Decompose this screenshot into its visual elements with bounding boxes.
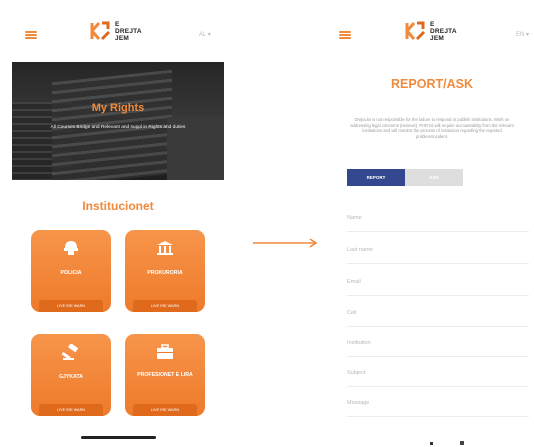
subject-field[interactable]: Subject: [347, 365, 529, 387]
logo-wordmark: E DREJTA JEM: [115, 21, 142, 42]
card-label: PROKURORIA: [147, 270, 183, 276]
institution-card-professions[interactable]: PROFESIONET E LIRA LIVE IRE WARN: [125, 334, 205, 416]
section-title: Institucionet: [82, 199, 154, 213]
logo-line-1: E: [430, 20, 435, 28]
police-helmet-icon: [64, 241, 78, 255]
logo-mark-icon: [405, 21, 426, 41]
institution-field[interactable]: Institution: [347, 335, 529, 357]
name-field[interactable]: Name: [347, 210, 529, 232]
logo-wordmark: E DREJTA JEM: [430, 21, 457, 42]
last-name-placeholder: Last name: [347, 247, 373, 253]
logo-line-3: JEM: [115, 34, 129, 42]
institution-card-police[interactable]: POLICIA LIVE IRE WARN: [31, 230, 111, 312]
card-label: POLICIA: [60, 270, 82, 276]
logo-line-3: JEM: [430, 34, 444, 42]
logo-line-1: E: [115, 20, 120, 28]
tab-ask[interactable]: ASK: [405, 169, 463, 186]
page-title: REPORT/ASK: [391, 77, 473, 91]
app-logo: E DREJTA JEM: [90, 20, 142, 42]
page-description: Drejta.ks is not responsible for the fai…: [350, 117, 514, 139]
right-arrow-icon: [253, 238, 318, 248]
subject-placeholder: Subject: [347, 370, 366, 376]
hamburger-menu-icon[interactable]: [25, 31, 37, 39]
hero-subtitle: All Courses Bridge and Relevant and supp…: [50, 125, 186, 130]
card-more-button[interactable]: LIVE IRE WARN: [133, 300, 197, 312]
logo-line-2: DREJTA: [115, 27, 142, 35]
gavel-icon: [61, 344, 79, 360]
card-label: PROFESIONET E LIRA: [137, 372, 193, 378]
card-more-button[interactable]: LIVE IRE WARN: [39, 404, 103, 416]
card-more-button[interactable]: LIVE IRE WARN: [133, 404, 197, 416]
hero-title: My Rights: [91, 102, 145, 114]
page-indicator: [430, 441, 464, 445]
hero-banner[interactable]: My Rights All Courses Bridge and Relevan…: [12, 62, 224, 180]
cell-placeholder: Cell: [347, 310, 357, 316]
app-logo: E DREJTA JEM: [405, 20, 457, 42]
email-field[interactable]: Email: [347, 274, 529, 296]
hamburger-menu-icon[interactable]: [339, 31, 351, 39]
institution-card-court[interactable]: GJYKATA LIVE IRE WARN: [31, 334, 111, 416]
card-label: GJYKATA: [58, 374, 84, 380]
cell-field[interactable]: Cell: [347, 305, 529, 327]
message-placeholder: Message: [347, 400, 370, 406]
message-field[interactable]: Message: [347, 395, 529, 417]
hero-overlay: [12, 62, 224, 180]
last-name-field[interactable]: Last name: [347, 242, 529, 264]
report-ask-screen: E DREJTA JEM EN ▾ REPORT/ASK Drejta.ks i…: [330, 0, 534, 447]
email-placeholder: Email: [347, 279, 361, 285]
home-indicator: [81, 436, 156, 439]
name-placeholder: Name: [347, 215, 362, 221]
institutions-screen: E DREJTA JEM AL ▾ My Rights All Courses …: [12, 0, 224, 447]
institution-card-prosecutor[interactable]: PROKURORIA LIVE IRE WARN: [125, 230, 205, 312]
institution-placeholder: Institution: [347, 340, 371, 346]
court-building-icon: [157, 241, 173, 255]
logo-line-2: DREJTA: [430, 27, 457, 35]
report-ask-tabs: REPORT ASK: [347, 169, 463, 186]
card-more-button[interactable]: LIVE IRE WARN: [39, 300, 103, 312]
language-selector[interactable]: EN ▾: [516, 31, 529, 38]
language-selector[interactable]: AL ▾: [199, 31, 211, 38]
briefcase-icon: [157, 344, 173, 359]
logo-mark-icon: [90, 21, 111, 41]
tab-report[interactable]: REPORT: [347, 169, 405, 186]
